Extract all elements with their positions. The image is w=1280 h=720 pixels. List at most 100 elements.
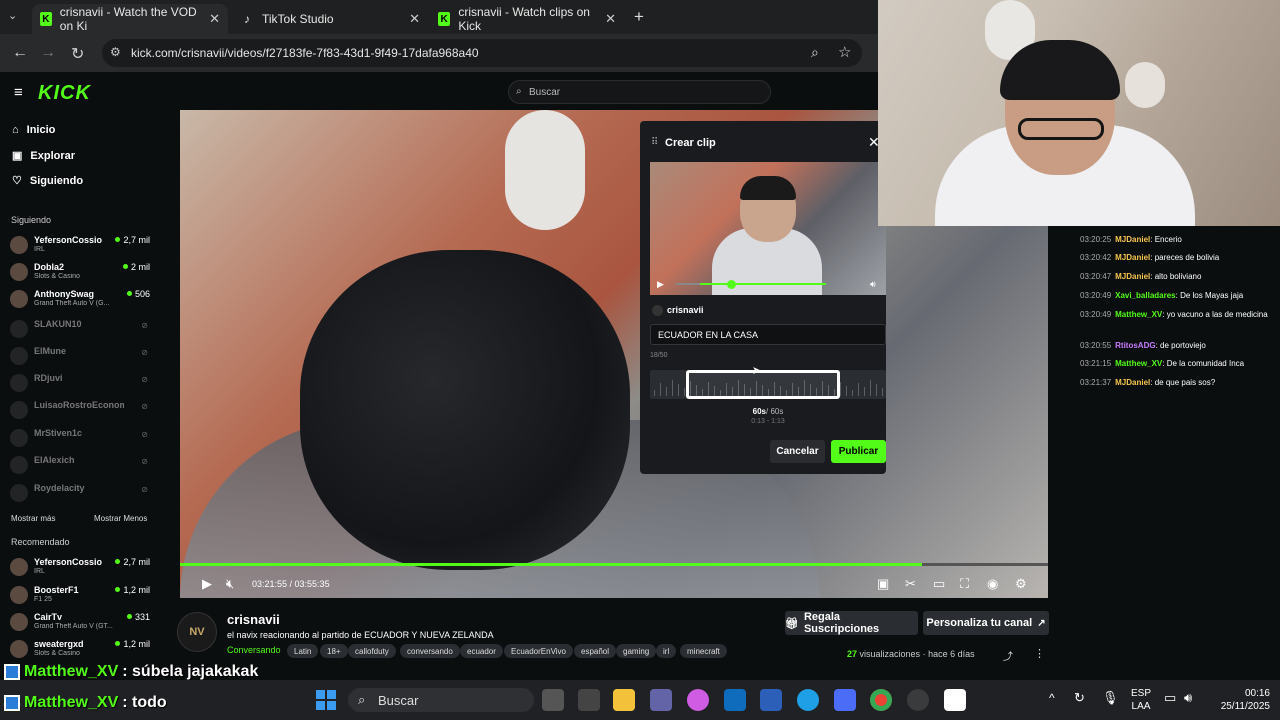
sidebar-item-siguiendo[interactable]: ♡ Siguiendo [12, 174, 83, 188]
stream-tag[interactable]: conversando [400, 644, 460, 658]
kick-logo[interactable]: KICK [38, 82, 91, 105]
stream-tag[interactable]: EcuadorEnVivo [504, 644, 573, 658]
search-input[interactable]: ⌕ Buscar [508, 80, 771, 104]
forward-icon[interactable]: → [40, 44, 56, 62]
taskbar-clock[interactable]: 00:16 25/11/2025 [1198, 687, 1270, 713]
chat-username[interactable]: MJDaniel [1115, 253, 1150, 262]
chat-username[interactable]: MJDaniel [1115, 378, 1150, 387]
sync-icon[interactable]: ↻ [1074, 690, 1085, 706]
menu-icon[interactable]: ≡ [14, 84, 23, 101]
input-language[interactable]: ESP LAA [1128, 687, 1154, 713]
new-tab-icon[interactable]: + [634, 7, 644, 27]
zoom-icon[interactable]: ⌕ [811, 44, 819, 61]
taskbar-search[interactable]: ⌕ Buscar [348, 688, 534, 712]
drag-handle-icon[interactable]: ⠿ [651, 137, 658, 148]
chat-username[interactable]: Matthew_XV [1115, 310, 1162, 319]
outlook-icon[interactable] [724, 689, 746, 711]
clip-title-input[interactable]: ECUADOR EN LA CASA [650, 324, 886, 345]
play-icon[interactable]: ▶ [202, 576, 212, 592]
sidebar-item-explorar[interactable]: ▣ Explorar [12, 149, 75, 163]
sidebar-channel-offline[interactable]: MrStiven1c ⊘ [10, 427, 150, 451]
tab-kick-clips[interactable]: K crisnavii - Watch clips on Kick ✕ [430, 4, 624, 34]
chat-username[interactable]: RtitosADG [1115, 341, 1155, 350]
windows-start-icon[interactable] [316, 690, 336, 710]
theatre-mode-icon[interactable]: ▭ [933, 576, 945, 592]
store-icon[interactable] [760, 689, 782, 711]
sidebar-channel-offline[interactable]: ElMune ⊘ [10, 345, 150, 369]
app-icon[interactable] [834, 689, 856, 711]
customize-channel-button[interactable]: Personaliza tu canal ↗ [923, 611, 1049, 635]
tab-close-icon[interactable]: ✕ [605, 11, 616, 27]
tab-list-chevron-icon[interactable]: ⌄ [8, 9, 17, 22]
pip-icon[interactable]: ▣ [877, 576, 889, 592]
sidebar-channel[interactable]: BoosterF1 F1 25 1,2 mil [10, 584, 150, 608]
stream-tag[interactable]: gaming [616, 644, 657, 658]
settings-gear-icon[interactable]: ⚙ [1015, 576, 1027, 592]
app-icon[interactable] [578, 689, 600, 711]
bookmark-star-icon[interactable]: ☆ [838, 43, 851, 61]
tab-tiktok-studio[interactable]: ♪ TikTok Studio ✕ [232, 4, 428, 34]
chat-username[interactable]: MJDaniel [1115, 235, 1150, 244]
fullscreen-icon[interactable]: ⛶ [960, 576, 969, 592]
sidebar-channel-offline[interactable]: Roydelacity ⊘ [10, 482, 150, 506]
obs-icon[interactable] [907, 689, 929, 711]
gift-subs-button[interactable]: 🎁︎ Regala Suscripciones [785, 611, 918, 635]
site-info-icon[interactable]: ⚙ [110, 45, 121, 59]
chat-username[interactable]: MJDaniel [1115, 272, 1150, 281]
preview-scrubber-knob[interactable] [727, 280, 736, 289]
chrome-icon[interactable] [870, 689, 892, 711]
edge-icon[interactable] [797, 689, 819, 711]
show-less-link[interactable]: Mostrar Menos [94, 514, 147, 523]
stream-tag[interactable]: español [574, 644, 617, 658]
sidebar-channel[interactable]: YefersonCossio IRL 2,7 mil [10, 234, 150, 258]
stream-tag[interactable]: minecraft [680, 644, 727, 658]
copilot-icon[interactable] [687, 689, 709, 711]
stream-tag[interactable]: irl [656, 644, 677, 658]
stream-category[interactable]: Conversando [227, 645, 281, 655]
sidebar-channel-offline[interactable]: RDjuvi ⊘ [10, 372, 150, 396]
reload-icon[interactable]: ↻ [71, 44, 84, 64]
preview-play-icon[interactable]: ▶ [657, 279, 664, 290]
network-icon[interactable]: ▭ [1164, 690, 1176, 706]
tab-close-icon[interactable]: ✕ [409, 11, 420, 27]
clip-range-selector[interactable] [686, 370, 840, 399]
stream-tag[interactable]: Latin [287, 644, 319, 658]
capcut-icon[interactable] [944, 689, 966, 711]
sidebar-channel[interactable]: Dobla2 Slots & Casino 2 mil [10, 261, 150, 285]
channel-name[interactable]: crisnavii [227, 612, 280, 627]
teams-icon[interactable] [650, 689, 672, 711]
sidebar-channel-offline[interactable]: SLAKUN10 ⊘ [10, 318, 150, 342]
speed-icon[interactable]: ◉ [987, 576, 998, 592]
clip-icon[interactable]: ✂ [905, 576, 916, 592]
sidebar-channel[interactable]: sweatergxd Slots & Casino 1,2 mil [10, 638, 150, 662]
stream-tag[interactable]: 18+ [320, 644, 348, 658]
channel-avatar[interactable]: NV [177, 612, 217, 652]
sidebar-channel[interactable]: CairTv Grand Theft Auto V (GT... 331 [10, 611, 150, 635]
sidebar-channel-offline[interactable]: ElAlexich ⊘ [10, 454, 150, 478]
sidebar-item-inicio[interactable]: ⌂ Inicio [12, 124, 55, 136]
show-more-link[interactable]: Mostrar más [11, 514, 55, 523]
mute-icon[interactable]: 🔇︎ [226, 576, 234, 592]
sidebar-channel[interactable]: AnthonySwag Grand Theft Auto V (G... 506 [10, 288, 150, 312]
stream-tag[interactable]: callofduty [348, 644, 396, 658]
more-options-icon[interactable]: ⋮ [1034, 647, 1045, 660]
tray-chevron-icon[interactable]: ^ [1049, 691, 1055, 705]
timeline-tick [876, 384, 877, 396]
sidebar-channel-offline[interactable]: LuisaoRostroEconomi... ⊘ [10, 399, 150, 423]
cancel-button[interactable]: Cancelar [770, 440, 825, 463]
channel-name: YefersonCossio [34, 557, 103, 567]
tab-kick-vod[interactable]: K crisnavii - Watch the VOD on Ki ✕ [32, 4, 228, 34]
stream-tag[interactable]: ecuador [460, 644, 503, 658]
task-view-icon[interactable] [542, 689, 564, 711]
tab-close-icon[interactable]: ✕ [209, 11, 220, 27]
publish-button[interactable]: Publicar [831, 440, 886, 463]
sidebar-channel[interactable]: YefersonCossio IRL 2,7 mil [10, 556, 150, 580]
chat-username[interactable]: Matthew_XV [1115, 359, 1162, 368]
chat-username[interactable]: Xavi_balladares [1115, 291, 1175, 300]
share-icon[interactable]: ⤴ [1003, 648, 1013, 663]
back-icon[interactable]: ← [12, 44, 28, 62]
preview-volume-icon[interactable]: 🔊︎ [870, 279, 876, 290]
microphone-icon[interactable]: 🎙︎ [1102, 690, 1119, 706]
file-explorer-icon[interactable] [613, 689, 635, 711]
volume-icon[interactable]: 🔊︎ [1184, 690, 1192, 706]
